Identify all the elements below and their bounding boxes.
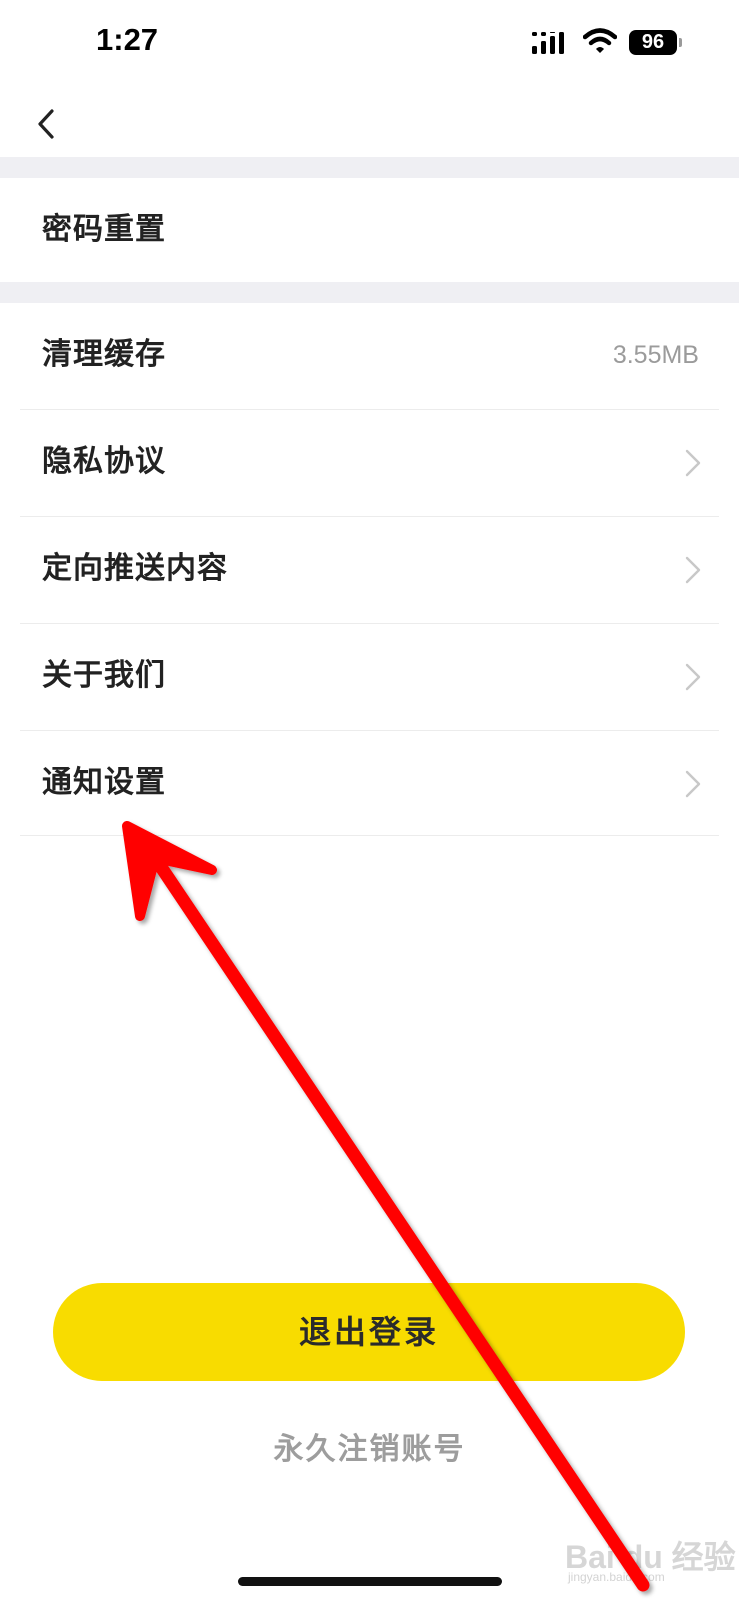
settings-row-about-us[interactable]: 关于我们 [0,624,739,728]
logout-button[interactable]: 退出登录 [53,1283,685,1381]
status-bar: 1:27 96 [0,0,739,90]
back-arrow-icon [38,109,54,139]
chevron-right-icon [685,770,701,798]
nav-bar [0,90,739,157]
divider [20,835,719,836]
status-time: 1:27 [96,22,159,57]
settings-row-clear-cache[interactable]: 清理缓存 3.55MB [0,303,739,407]
wifi-icon [583,28,617,53]
row-label: 通知设置 [42,765,166,800]
row-label: 隐私协议 [42,444,166,479]
settings-row-notification-settings[interactable]: 通知设置 [0,731,739,835]
row-label: 定向推送内容 [42,551,228,586]
row-label: 密码重置 [42,212,166,247]
chevron-right-icon [685,556,701,584]
cache-size-value: 3.55MB [612,341,699,369]
row-label: 清理缓存 [42,337,166,372]
chevron-right-icon [685,449,701,477]
delete-account-link[interactable]: 永久注销账号 [0,1424,739,1468]
row-label: 关于我们 [42,658,166,693]
settings-row-targeted-push[interactable]: 定向推送内容 [0,517,739,621]
section-gap [0,282,739,303]
battery-icon: 96 [629,30,677,55]
chevron-right-icon [685,663,701,691]
settings-row-privacy-policy[interactable]: 隐私协议 [0,410,739,514]
cellular-signal-icon [532,32,564,54]
battery-cap [679,38,682,47]
section-gap [0,157,739,178]
home-indicator [238,1577,502,1586]
watermark-url: jingyan.baidu.com [568,1570,665,1584]
settings-row-password-reset[interactable]: 密码重置 [0,178,739,282]
back-button[interactable] [28,98,68,148]
